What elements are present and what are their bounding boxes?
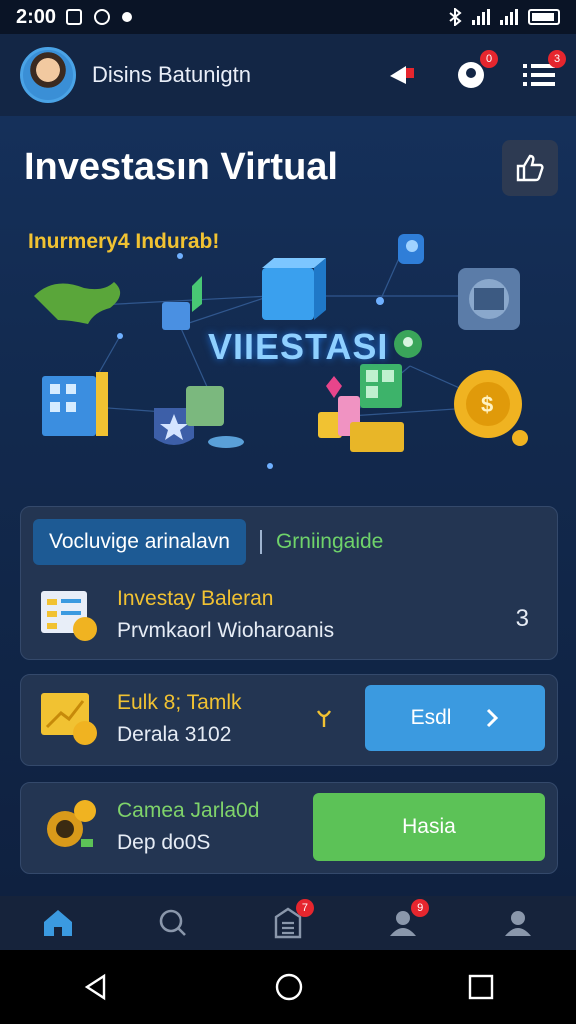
invest-button[interactable]: Esdl	[365, 685, 545, 751]
like-button[interactable]	[502, 140, 558, 196]
investment-count[interactable]: 3	[516, 605, 529, 633]
home-circle-icon[interactable]	[274, 972, 304, 1002]
gear-coin-icon	[47, 800, 96, 847]
back-icon[interactable]	[82, 973, 110, 1001]
tab-overview[interactable]: Vocluvige arinalavn	[33, 519, 246, 565]
investment-balance-title: Investay Baleran	[117, 587, 274, 610]
nav-home[interactable]	[38, 903, 78, 943]
profile-icon	[505, 911, 532, 936]
mic-icon[interactable]	[313, 707, 335, 731]
main-content: Investasın Virtual $ Inurmery4 Indurab! …	[0, 116, 576, 896]
menu-badge: 3	[548, 50, 566, 68]
menu-button[interactable]: 3	[522, 50, 566, 92]
app-icon	[94, 9, 111, 25]
status-time: 2:00	[16, 5, 57, 28]
chart-blocks-icon	[360, 364, 402, 408]
status-dot-icon	[122, 12, 133, 22]
hero-illustration: $ Inurmery4 Indurab! VIIESTASI	[20, 216, 556, 506]
username: Disins Batunigtn	[92, 62, 251, 87]
portfolio-card: Vocluvige arinalavn Grniingaide Investay…	[20, 506, 558, 660]
rewards-sub: Dep do0S	[117, 831, 211, 854]
search-icon	[159, 909, 186, 936]
vault-icon	[458, 268, 520, 330]
hero-caption: Inurmery4 Indurab!	[28, 230, 220, 253]
hero-center-label: VIIESTASI	[208, 326, 389, 367]
status-bar: 2:00	[0, 0, 576, 34]
invest-button-label: Esdl	[410, 706, 452, 729]
signal-icon	[472, 9, 490, 25]
orders-badge: 7	[295, 899, 314, 917]
svg-text:$: $	[481, 392, 493, 417]
claim-button[interactable]: Hasia	[313, 793, 545, 861]
recents-icon[interactable]	[468, 974, 494, 1000]
bluetooth-icon	[449, 8, 462, 26]
gold-chart-icon	[41, 693, 97, 745]
alerts-button[interactable]: 0	[454, 50, 498, 92]
app-header: Disins Batunigtn 0 3	[0, 34, 576, 116]
wifi-signal-icon	[500, 9, 518, 25]
page-title: Investasın Virtual	[24, 146, 338, 188]
battery-icon	[528, 9, 560, 25]
world-map-icon	[34, 282, 121, 324]
tab-earnings[interactable]: Grniingaide	[276, 530, 383, 554]
notify-badge: 9	[411, 899, 430, 917]
chevron-right-icon	[487, 708, 499, 728]
notification-icon	[66, 9, 83, 25]
cube-icon	[262, 258, 326, 320]
investment-balance-sub: Prvmkaorl Wioharoanis	[117, 619, 335, 642]
bottom-nav: 7 9	[0, 896, 576, 950]
tab-divider	[259, 530, 262, 554]
rewards-card: Camea Jarla0d Dep do0S Hasia	[20, 782, 558, 874]
nav-orders[interactable]: 7	[268, 899, 314, 943]
shield-star-icon	[154, 386, 244, 448]
menu-icon	[523, 64, 555, 86]
home-icon	[43, 910, 72, 936]
nav-notifications[interactable]: 9	[383, 899, 430, 943]
thumbs-up-icon	[516, 154, 544, 182]
nav-profile[interactable]	[498, 903, 538, 943]
avatar[interactable]	[20, 47, 76, 103]
rewards-title: Camea Jarla0d	[117, 799, 260, 822]
system-nav-bar	[0, 950, 576, 1024]
product-title: Eulk 8; Tamlk	[117, 691, 242, 714]
announcement-icon[interactable]	[386, 58, 420, 92]
product-card: Eulk 8; Tamlk Derala 3102 Esdl	[20, 674, 558, 766]
alerts-badge: 0	[480, 50, 498, 68]
building-icon	[42, 372, 108, 436]
report-coin-icon	[41, 591, 97, 641]
product-sub: Derala 3102	[117, 723, 232, 746]
nav-search[interactable]	[153, 903, 193, 943]
dollar-badge-icon: $	[454, 370, 528, 446]
location-pin-icon	[394, 330, 422, 358]
tab-bar: Vocluvige arinalavn Grniingaide	[33, 519, 383, 565]
